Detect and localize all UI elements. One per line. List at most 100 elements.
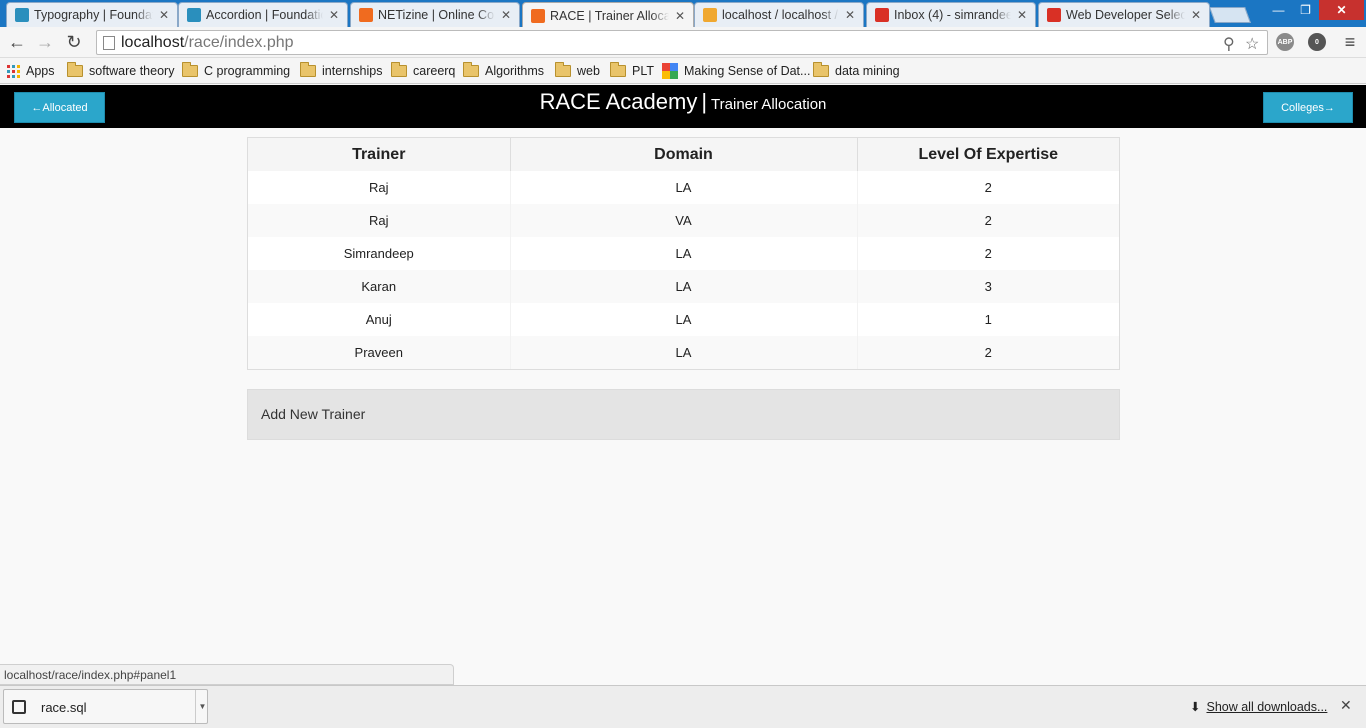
level-cell: 2 [984,246,992,261]
browser-tab[interactable]: Accordion | Foundation ✕ [178,2,348,27]
bookmark-item[interactable]: C programming [182,62,290,80]
bookmark-label: software theory [89,64,175,78]
minimize-icon[interactable]: — [1265,0,1292,20]
folder-icon [67,62,83,77]
bookmark-item[interactable]: data mining [813,62,900,80]
restore-icon[interactable]: ❐ [1292,0,1319,20]
browser-toolbar: ← → ↻ localhost/race/index.php ⚲ ☆ ABP 0… [0,27,1366,58]
tab-title: localhost / localhost / race [722,8,839,22]
bookmark-item[interactable]: software theory [67,62,174,80]
bookmark-star-icon[interactable]: ☆ [1245,34,1259,54]
show-all-downloads-link[interactable]: Show all downloads... [1206,700,1327,714]
folder-icon [463,62,479,77]
column-header-level: Level Of Expertise [857,138,1119,171]
add-trainer-panel[interactable]: Add New Trainer [247,389,1120,440]
download-item[interactable]: race.sql ▼ [3,689,208,724]
tab-title: NETizine | Online Collection [378,8,495,22]
level-cell: 2 [857,204,1119,237]
bookmark-item[interactable]: web [555,62,600,80]
status-bar: localhost/race/index.php#panel1 [0,664,454,685]
ghostery-icon[interactable]: 0 [1308,33,1326,51]
folder-icon [813,62,829,77]
tab-close-icon[interactable]: ✕ [159,8,169,22]
window-controls: — ❐ ✕ [1265,0,1364,20]
level-cell: 2 [857,336,1119,369]
table-row: Simrandeep LA 2 [248,237,1119,270]
address-bar[interactable]: localhost/race/index.php ⚲ ☆ [96,30,1268,55]
bookmark-item[interactable]: PLT [610,62,654,80]
bookmark-label: Making Sense of Dat... [684,64,811,78]
tab-close-icon[interactable]: ✕ [675,9,685,23]
tab-close-icon[interactable]: ✕ [329,8,339,22]
column-header-domain: Domain [510,138,858,171]
tab-close-icon[interactable]: ✕ [1017,8,1027,22]
bookmark-label: careerq [413,64,456,78]
foundation-icon [15,8,29,22]
table-row: Raj VA 2 [248,204,1119,237]
domain-cell: LA [510,270,858,303]
tab-close-icon[interactable]: ✕ [845,8,855,22]
app-header: ←Allocated RACE Academy | Trainer Allocati… [0,85,1366,128]
browser-tab[interactable]: RACE | Trainer Allocation ✕ [522,2,694,28]
browser-tab[interactable]: localhost / localhost / race ✕ [694,2,864,27]
reload-icon[interactable]: ↻ [63,31,85,53]
bookmark-item[interactable]: careerq [391,62,455,80]
trainer-cell: Karan [248,270,511,303]
foundation-icon [187,8,201,22]
new-tab-button[interactable] [1209,7,1251,23]
download-arrow-icon: ⬇ [1190,700,1201,714]
column-header-trainer: Trainer [248,138,511,171]
level-cell: 3 [857,270,1119,303]
download-shelf: race.sql ▼ ⬇ Show all downloads... ✕ [0,685,1366,728]
show-all-downloads[interactable]: ⬇ Show all downloads... [1190,699,1327,715]
address-url[interactable]: localhost/race/index.php [121,34,294,52]
adblock-icon[interactable]: ABP [1276,33,1294,51]
bookmark-item[interactable]: Algorithms [463,62,544,80]
browser-tab-strip: Typography | Foundation✕Accordion | Foun… [0,0,1366,28]
tab-title: Typography | Foundation [34,8,153,22]
download-filename: race.sql [41,700,87,715]
add-trainer-label[interactable]: Add New Trainer [261,406,365,422]
folder-icon [555,62,571,77]
trainer-cell: Anuj [248,303,511,336]
browser-tab[interactable]: Typography | Foundation ✕ [6,2,178,27]
xampp-icon [359,8,373,22]
brand-separator: | [701,89,708,114]
tab-close-icon[interactable]: ✕ [1191,8,1201,22]
colleges-button[interactable]: Colleges→ [1263,92,1353,123]
trainer-cell: Simrandeep [248,237,511,270]
brand: RACE Academy | Trainer Allocation [0,89,1366,115]
bookmark-item[interactable]: internships [300,62,382,80]
tab-title: Web Developer Selection [1066,8,1185,22]
domain-cell: LA [510,336,858,369]
gmail-icon [1047,8,1061,22]
bookmarks-bar: Apps software theory C programming internsh… [0,58,1366,84]
bookmark-label: Algorithms [485,64,545,78]
table-row: Praveen LA 2 [248,336,1119,369]
gmail-icon [875,8,889,22]
browser-tab[interactable]: Web Developer Selection ✕ [1038,2,1210,27]
bookmark-item[interactable]: Making Sense of Dat... [662,62,810,80]
search-icon[interactable]: ⚲ [1223,34,1235,54]
forward-icon[interactable]: → [34,31,56,53]
tab-title: RACE | Trainer Allocation [550,8,669,23]
table-row: Karan LA 3 [248,270,1119,303]
menu-icon[interactable]: ≡ [1339,31,1361,53]
bookmark-item[interactable]: Apps [7,62,55,80]
table-row: Raj LA 2 [248,171,1119,204]
tab-close-icon[interactable]: ✕ [501,8,511,22]
page-subtitle: Trainer Allocation [711,96,827,113]
close-icon[interactable]: ✕ [1340,697,1352,714]
tab-title: Inbox (4) - simrandeep [894,8,1011,22]
chevron-down-icon[interactable]: ▼ [195,690,209,723]
phpmyadmin-icon [703,8,717,22]
domain-cell: LA [510,171,858,204]
trainer-cell: Praveen [248,336,511,369]
apps-icon [7,64,20,78]
back-icon[interactable]: ← [6,31,28,53]
browser-tab[interactable]: Inbox (4) - simrandeep ✕ [866,2,1036,27]
table-row: Anuj LA 1 [248,303,1119,336]
window-close-icon[interactable]: ✕ [1319,0,1364,20]
browser-tab[interactable]: NETizine | Online Collection ✕ [350,2,520,27]
bookmark-label: PLT [632,64,654,78]
